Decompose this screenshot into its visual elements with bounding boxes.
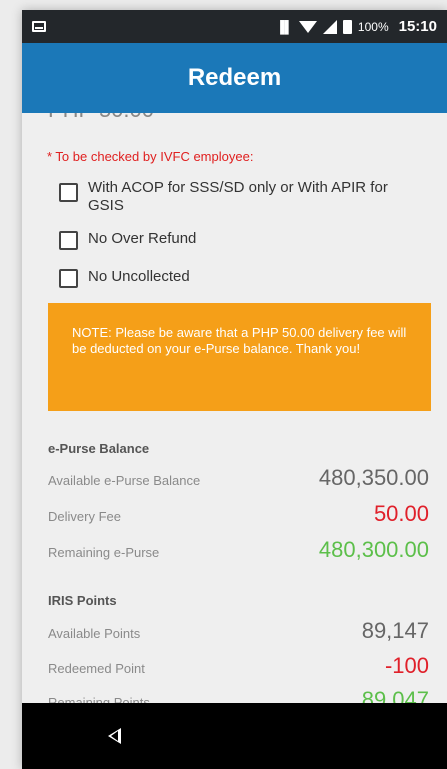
delivery-fee-label: Delivery Fee <box>48 509 121 524</box>
delivery-fee-note: NOTE: Please be aware that a PHP 50.00 d… <box>48 303 431 411</box>
redeemed-point-label: Redeemed Point <box>48 661 145 676</box>
iris-section-title: IRIS Points <box>48 593 117 608</box>
acop-apir-checkbox[interactable] <box>59 183 78 202</box>
remaining-points-value: 89,047 <box>361 687 429 703</box>
remaining-epurse-value: 480,300.00 <box>318 537 429 562</box>
no-uncollected-checkbox[interactable] <box>59 269 78 288</box>
no-over-refund-checkbox[interactable] <box>59 231 78 250</box>
wifi-icon <box>298 20 317 33</box>
epurse-section-title: e-Purse Balance <box>48 441 150 456</box>
battery-icon <box>342 19 352 34</box>
delivery-fee-value: 50.00 <box>373 501 429 526</box>
status-icons: ▐▌ 100% 15:10 <box>276 18 437 35</box>
page-title: Redeem <box>187 64 282 91</box>
redeemed-point-value: -100 <box>384 653 429 678</box>
back-icon[interactable] <box>108 728 121 744</box>
navigation-bar <box>22 703 447 769</box>
employee-check-warning: * To be checked by IVFC employee: <box>47 149 254 164</box>
no-over-refund-label: No Over Refund <box>88 230 197 247</box>
remaining-points-label: Remaining Points <box>48 695 150 703</box>
signal-icon <box>322 19 337 34</box>
acop-apir-label: With ACOP for SSS/SD only or With APIR f… <box>88 179 388 214</box>
no-uncollected-label: No Uncollected <box>88 268 190 285</box>
remaining-epurse-label: Remaining e-Purse <box>48 545 160 560</box>
vibrate-icon: ▐▌ <box>275 19 293 34</box>
scrolled-amount-text: PHP 50.00 <box>48 113 154 123</box>
redeem-content[interactable]: PHP 50.00 * To be checked by IVFC employ… <box>22 113 447 703</box>
device-frame: ▐▌ 100% 15:10 Redeem PHP 50.00 * To be c… <box>22 10 447 769</box>
checkbox-row-acop-apir[interactable]: With ACOP for SSS/SD only or With APIR f… <box>59 179 418 215</box>
available-epurse-value: 480,350.00 <box>318 465 429 490</box>
battery-percent: 100% <box>357 19 389 34</box>
checkbox-row-no-uncollected[interactable]: No Uncollected <box>59 265 418 288</box>
available-epurse-label: Available e-Purse Balance <box>48 473 201 488</box>
available-points-label: Available Points <box>48 626 141 641</box>
clock: 15:10 <box>398 18 437 35</box>
screenshot-notification-icon <box>32 21 46 32</box>
app-bar: Redeem <box>22 43 447 113</box>
status-bar: ▐▌ 100% 15:10 <box>22 10 447 43</box>
available-points-value: 89,147 <box>361 618 429 643</box>
checkbox-row-no-over-refund[interactable]: No Over Refund <box>59 227 418 250</box>
